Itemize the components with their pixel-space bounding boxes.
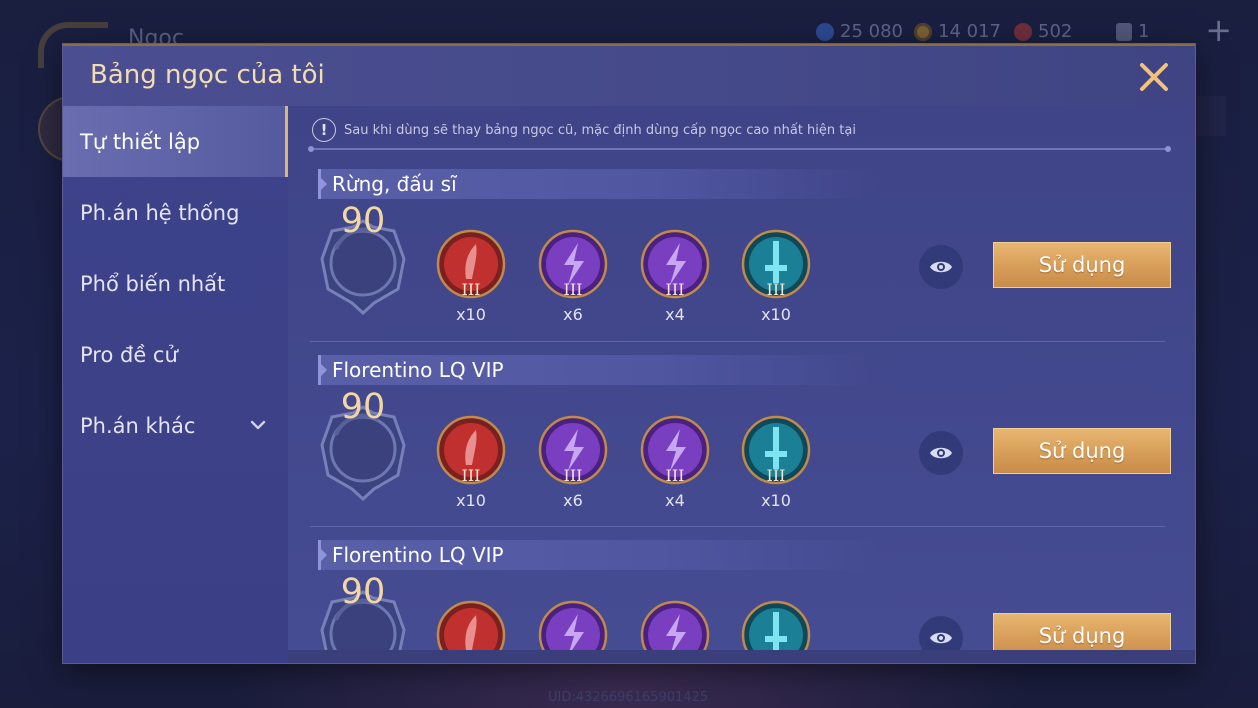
svg-text:III: III [462,280,481,299]
divider [310,526,1165,527]
sidebar-item-system[interactable]: Ph.án hệ thống [63,177,288,248]
sidebar-item-label: Ph.án khác [80,413,196,438]
sidebar-item-label: Ph.án hệ thống [80,200,240,225]
red-gem-icon [1014,22,1032,41]
purple-gem-icon [640,600,710,650]
currency-value: 1 [1138,21,1150,42]
svg-text:III: III [767,466,786,485]
svg-text:III: III [564,280,583,299]
gem-count: x4 [665,491,685,510]
gem-count: x6 [563,491,583,510]
notice-text: Sau khi dùng sẽ thay bảng ngọc cũ, mặc đ… [344,122,856,138]
sidebar: Tự thiết lập Ph.án hệ thống Phổ biến nhấ… [63,106,288,663]
svg-text:III: III [462,466,481,485]
rune-set-name: Rừng, đấu sĩ [318,169,878,199]
teal-gem-icon: III [741,229,811,299]
modal-header: Bảng ngọc của tôi [63,44,1195,109]
purple-gem-icon: III [538,415,608,485]
preview-button[interactable] [919,616,963,650]
preview-button[interactable] [919,245,963,289]
level-number: 90 [340,572,386,612]
purple-gem-icon [538,600,608,650]
level-number: 90 [340,201,386,241]
card-icon [1116,22,1132,41]
divider [308,146,1171,152]
svg-text:III: III [564,466,583,485]
notice: ! Sau khi dùng sẽ thay bảng ngọc cũ, mặc… [312,118,856,142]
use-button[interactable]: Sử dụng [993,242,1171,288]
sidebar-item-other[interactable]: Ph.án khác [63,390,288,461]
currency-value: 14 017 [938,21,1001,42]
gem-count: x10 [456,491,486,510]
eye-icon [930,261,952,273]
rune-set-name: Florentino LQ VIP [318,540,878,570]
use-button[interactable]: Sử dụng [993,428,1171,474]
currency-value: 25 080 [840,21,903,42]
sidebar-item-custom[interactable]: Tự thiết lập [63,106,288,177]
red-gem-icon: III [436,415,506,485]
side-panel-tab [1196,96,1226,136]
rune-sets-list[interactable]: ! Sau khi dùng sẽ thay bảng ngọc cũ, mặc… [288,106,1195,650]
gem-count: x10 [761,305,791,324]
rune-set: Florentino LQ VIP 90 III x10 III x6 III … [288,355,1195,541]
currency-gold: 14 017 [914,21,1001,42]
sidebar-item-popular[interactable]: Phổ biến nhất [63,248,288,319]
gem-count: x10 [761,491,791,510]
gold-coin-icon [914,22,932,41]
blue-gem-icon [816,22,834,41]
red-gem-icon [436,600,506,650]
chevron-down-icon[interactable] [249,416,267,434]
svg-text:III: III [666,466,685,485]
gem-count: x6 [563,305,583,324]
purple-gem-icon: III [640,229,710,299]
add-icon[interactable]: + [1205,14,1232,46]
preview-button[interactable] [919,431,963,475]
info-icon: ! [312,118,336,142]
currency-cards: 1 [1116,21,1149,42]
use-button[interactable]: Sử dụng [993,613,1171,650]
rune-set-name: Florentino LQ VIP [318,355,878,385]
purple-gem-icon: III [640,415,710,485]
rune-page-modal: Bảng ngọc của tôi Tự thiết lập Ph.án hệ … [63,44,1195,663]
level-number: 90 [340,387,386,427]
sidebar-item-label: Pro đề cử [80,342,178,367]
rune-set: Florentino LQ VIP 90 Sử dụng [288,540,1195,650]
eye-icon [930,447,952,459]
currency-blue-gems: 25 080 [816,21,903,42]
svg-text:III: III [666,280,685,299]
close-icon[interactable] [1137,60,1171,94]
teal-gem-icon: III [741,415,811,485]
currency-red-gems: 502 [1014,21,1072,42]
currency-value: 502 [1038,21,1073,42]
rune-set: Rừng, đấu sĩ 90 III x10 III x6 III x4 II… [288,169,1195,355]
red-gem-icon: III [436,229,506,299]
gem-count: x4 [665,305,685,324]
teal-gem-icon [741,600,811,650]
svg-text:III: III [767,280,786,299]
sidebar-item-label: Phổ biến nhất [80,271,226,296]
sidebar-item-label: Tự thiết lập [80,129,201,154]
divider [310,341,1165,342]
modal-title: Bảng ngọc của tôi [90,60,325,90]
gem-count: x10 [456,305,486,324]
eye-icon [930,632,952,644]
uid-label: UID:4326696165901425 [548,690,709,705]
purple-gem-icon: III [538,229,608,299]
sidebar-item-pro[interactable]: Pro đề cử [63,319,288,390]
